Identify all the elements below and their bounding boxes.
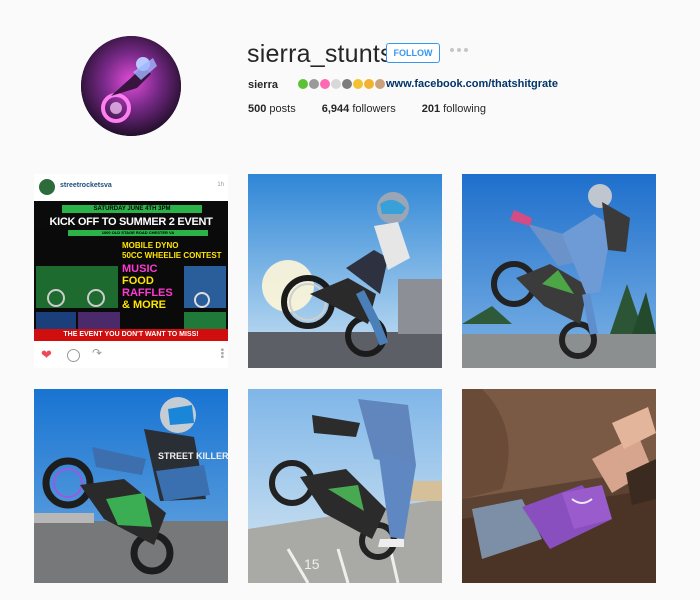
post-account-name: streetrocketsva — [60, 182, 112, 189]
posts-count: 500 — [248, 103, 267, 115]
flyer-address: 1000 OLD STAGE ROAD CHESTER VA — [68, 230, 208, 236]
flyer-line: MOBILE DYNO — [122, 241, 179, 250]
post-photo-wheelie-parking-lot: 15 — [248, 389, 442, 583]
flyer-footer: THE EVENT YOU DON'T WANT TO MISS! — [34, 329, 228, 341]
follow-button[interactable]: FOLLOW — [386, 43, 440, 63]
profile-username: sierra_stunts — [247, 40, 393, 68]
heart-icon: ❤ — [41, 347, 52, 362]
post-thumbnail[interactable] — [462, 389, 656, 583]
following-label: following — [443, 103, 486, 115]
following-stat[interactable]: 201 following — [422, 103, 486, 115]
more-dots-icon: ••• — [216, 348, 227, 359]
more-options-icon[interactable] — [450, 48, 468, 52]
flyer-headline: KICK OFF TO SUMMER 2 EVENT — [49, 216, 213, 228]
following-count: 201 — [421, 103, 441, 115]
posts-label: posts — [269, 103, 296, 115]
post-thumbnail[interactable]: streetrocketsva 1h SATURDAY JUNE 4TH 3PM… — [34, 174, 228, 368]
crossed-swords-icon — [309, 79, 319, 89]
posts-stat: 500 posts — [248, 103, 296, 115]
post-thumbnail[interactable]: 15 — [248, 389, 442, 583]
post-photo-couch — [462, 389, 656, 583]
flyer-date: SATURDAY JUNE 4TH 3PM — [62, 205, 202, 213]
post-photo-standing-wheelie — [462, 174, 656, 368]
profile-full-name: sierra — [248, 79, 278, 91]
green-heart-icon — [298, 79, 308, 89]
post-header: streetrocketsva 1h — [34, 174, 228, 200]
crying-cat-icon — [375, 79, 385, 89]
svg-text:15: 15 — [304, 556, 320, 572]
followers-stat[interactable]: 6,944 followers — [322, 103, 396, 115]
flyer-line: FOOD — [122, 275, 154, 287]
post-thumbnail[interactable] — [462, 174, 656, 368]
post-timestamp: 1h — [217, 182, 224, 188]
flyer-line: RAFFLES — [122, 287, 173, 299]
profile-stats: 500 posts 6,944 followers 201 following — [248, 103, 512, 115]
event-flyer-image: SATURDAY JUNE 4TH 3PM KICK OFF TO SUMMER… — [34, 201, 228, 341]
flyer-line: MUSIC — [122, 263, 158, 275]
hands-icon — [353, 79, 363, 89]
profile-bio: www.facebook.com/thatshitgrate — [298, 78, 558, 90]
cupid-heart-icon — [320, 79, 330, 89]
flyer-line: 50CC WHEELIE CONTEST — [122, 251, 222, 260]
post-photo-rider-wheelie — [248, 174, 442, 368]
svg-text:STREET KILLERS: STREET KILLERS — [158, 451, 228, 461]
followers-count: 6,944 — [321, 103, 350, 115]
bio-link[interactable]: www.facebook.com/thatshitgrate — [386, 78, 558, 90]
comment-icon — [67, 349, 80, 362]
share-icon: ↷ — [92, 346, 103, 360]
cross-icon — [331, 79, 341, 89]
post-thumbnail[interactable] — [248, 174, 442, 368]
profile-avatar[interactable] — [81, 36, 181, 136]
post-account-avatar — [39, 179, 55, 195]
post-actions: ❤ ↷ ••• — [34, 342, 228, 368]
bio-emoji-icons — [298, 79, 385, 89]
post-thumbnail[interactable]: STREET KILLERS — [34, 389, 228, 583]
followers-label: followers — [352, 103, 396, 115]
raised-hands-icon — [364, 79, 374, 89]
flyer-line: & MORE — [122, 299, 166, 311]
post-photo-street-killers: STREET KILLERS — [34, 389, 228, 583]
alien-icon — [342, 79, 352, 89]
